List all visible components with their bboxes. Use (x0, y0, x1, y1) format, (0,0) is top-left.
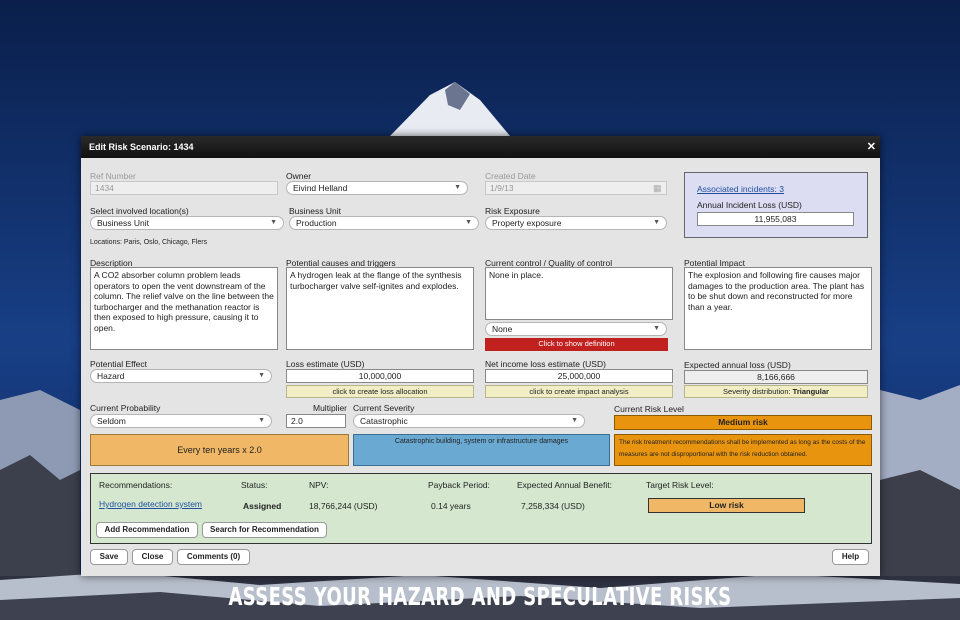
severity-description: Catastrophic building, system or infrast… (353, 434, 610, 466)
chevron-down-icon: ▼ (571, 417, 578, 424)
banner-text: ASSESS YOUR HAZARD AND SPECULATIVE RISKS (228, 582, 732, 611)
expected-annual-loss-label: Expected annual loss (USD) (684, 360, 791, 370)
risk-exposure-select[interactable]: Property exposure ▼ (485, 216, 667, 230)
locations-text: Locations: Paris, Oslo, Chicago, Flers (90, 239, 208, 246)
locations-label: Select involved location(s) (90, 206, 189, 216)
show-definition-button[interactable]: Click to show definition (485, 338, 668, 351)
recommendations-panel: Recommendations: Status: NPV: Payback Pe… (90, 473, 872, 544)
owner-value: Eivind Helland (293, 183, 348, 193)
chevron-down-icon: ▼ (653, 219, 660, 226)
help-button[interactable]: Help (832, 549, 869, 565)
severity-label: Current Severity (353, 403, 415, 413)
impact-textarea[interactable]: The explosion and following fire causes … (684, 267, 872, 350)
ref-number-field: 1434 (90, 181, 278, 195)
recommendations-header: Recommendations: (99, 480, 173, 490)
severity-distribution: Severity distribution: Triangular (684, 385, 868, 398)
created-date-label: Created Date (485, 171, 536, 181)
chevron-down-icon: ▼ (454, 184, 461, 191)
chevron-down-icon: ▼ (653, 325, 660, 332)
chevron-down-icon: ▼ (258, 417, 265, 424)
add-recommendation-button[interactable]: Add Recommendation (96, 522, 198, 538)
probability-label: Current Probability (90, 403, 161, 413)
created-date-value: 1/9/13 (490, 183, 514, 193)
control-quality-value: None (492, 324, 513, 334)
net-income-input[interactable]: 25,000,000 (485, 369, 673, 383)
risk-exposure-value: Property exposure (492, 218, 562, 228)
save-button[interactable]: Save (90, 549, 128, 565)
risk-exposure-label: Risk Exposure (485, 206, 540, 216)
business-unit-value: Production (296, 218, 337, 228)
severity-select[interactable]: Catastrophic ▼ (353, 414, 585, 428)
potential-effect-value: Hazard (97, 371, 125, 381)
severity-value: Catastrophic (360, 416, 408, 426)
chevron-down-icon: ▼ (270, 219, 277, 226)
close-icon[interactable]: ✕ (867, 140, 876, 153)
dialog-titlebar: Edit Risk Scenario: 1434 ✕ (81, 136, 880, 158)
recommendation-npv: 18,766,244 (USD) (309, 501, 378, 511)
causes-textarea[interactable]: A hydrogen leak at the flange of the syn… (286, 267, 474, 350)
recommendation-target-level: Low risk (648, 498, 805, 513)
risk-level-label: Current Risk Level (614, 404, 684, 414)
probability-select[interactable]: Seldom ▼ (90, 414, 272, 428)
comments-button[interactable]: Comments (0) (177, 549, 250, 565)
target-header: Target Risk Level: (646, 480, 714, 490)
owner-select[interactable]: Eivind Helland ▼ (286, 181, 468, 195)
potential-effect-select[interactable]: Hazard ▼ (90, 369, 272, 383)
table-row: Hydrogen detection system Assigned 18,76… (91, 496, 871, 514)
create-loss-allocation-button[interactable]: click to create loss allocation (286, 385, 474, 398)
calendar-icon[interactable]: ▦ (653, 183, 662, 194)
npv-header: NPV: (309, 480, 329, 490)
chevron-down-icon: ▼ (465, 219, 472, 226)
potential-effect-label: Potential Effect (90, 359, 148, 369)
recommendation-payback: 0.14 years (431, 501, 471, 511)
dialog-title: Edit Risk Scenario: 1434 (89, 142, 194, 152)
recommendation-status: Assigned (243, 501, 282, 511)
created-date-field: 1/9/13 (485, 181, 667, 195)
net-income-label: Net income loss estimate (USD) (485, 359, 606, 369)
close-button[interactable]: Close (132, 549, 173, 565)
benefit-header: Expected Annual Benefit: (517, 480, 612, 490)
loss-estimate-label: Loss estimate (USD) (286, 359, 365, 369)
loss-estimate-input[interactable]: 10,000,000 (286, 369, 474, 383)
severity-distribution-label: Severity distribution: (723, 387, 791, 396)
recommendation-benefit: 7,258,334 (USD) (521, 501, 585, 511)
severity-distribution-value: Triangular (792, 387, 829, 396)
chevron-down-icon: ▼ (258, 372, 265, 379)
locations-select[interactable]: Business Unit ▼ (90, 216, 284, 230)
recommendation-name-link[interactable]: Hydrogen detection system (99, 499, 202, 509)
annual-incident-loss-value: 11,955,083 (697, 212, 854, 226)
business-unit-label: Business Unit (289, 206, 341, 216)
annual-incident-loss-label: Annual Incident Loss (USD) (697, 200, 802, 210)
business-unit-select[interactable]: Production ▼ (289, 216, 479, 230)
search-recommendation-button[interactable]: Search for Recommendation (202, 522, 327, 538)
associated-incidents-link[interactable]: Associated incidents: 3 (697, 184, 784, 194)
control-textarea[interactable]: None in place. (485, 267, 673, 320)
ref-number-label: Ref Number (90, 171, 136, 181)
risk-level-description: The risk treatment recommendations shall… (614, 434, 872, 466)
probability-value: Seldom (97, 416, 126, 426)
locations-value: Business Unit (97, 218, 149, 228)
expected-annual-loss-value: 8,166,666 (684, 370, 868, 384)
status-header: Status: (241, 480, 268, 490)
owner-label: Owner (286, 171, 312, 181)
multiplier-label: Multiplier (313, 403, 348, 413)
multiplier-input[interactable]: 2.0 (286, 414, 346, 428)
incidents-panel: Associated incidents: 3 Annual Incident … (684, 172, 868, 238)
create-impact-analysis-button[interactable]: click to create impact analysis (485, 385, 673, 398)
description-textarea[interactable]: A CO2 absorber column problem leads oper… (90, 267, 278, 350)
payback-header: Payback Period: (428, 480, 490, 490)
edit-risk-dialog: Edit Risk Scenario: 1434 ✕ Ref Number 14… (81, 136, 880, 576)
control-quality-select[interactable]: None ▼ (485, 322, 667, 336)
probability-description: Every ten years x 2.0 (90, 434, 349, 466)
risk-level-value: Medium risk (614, 415, 872, 430)
